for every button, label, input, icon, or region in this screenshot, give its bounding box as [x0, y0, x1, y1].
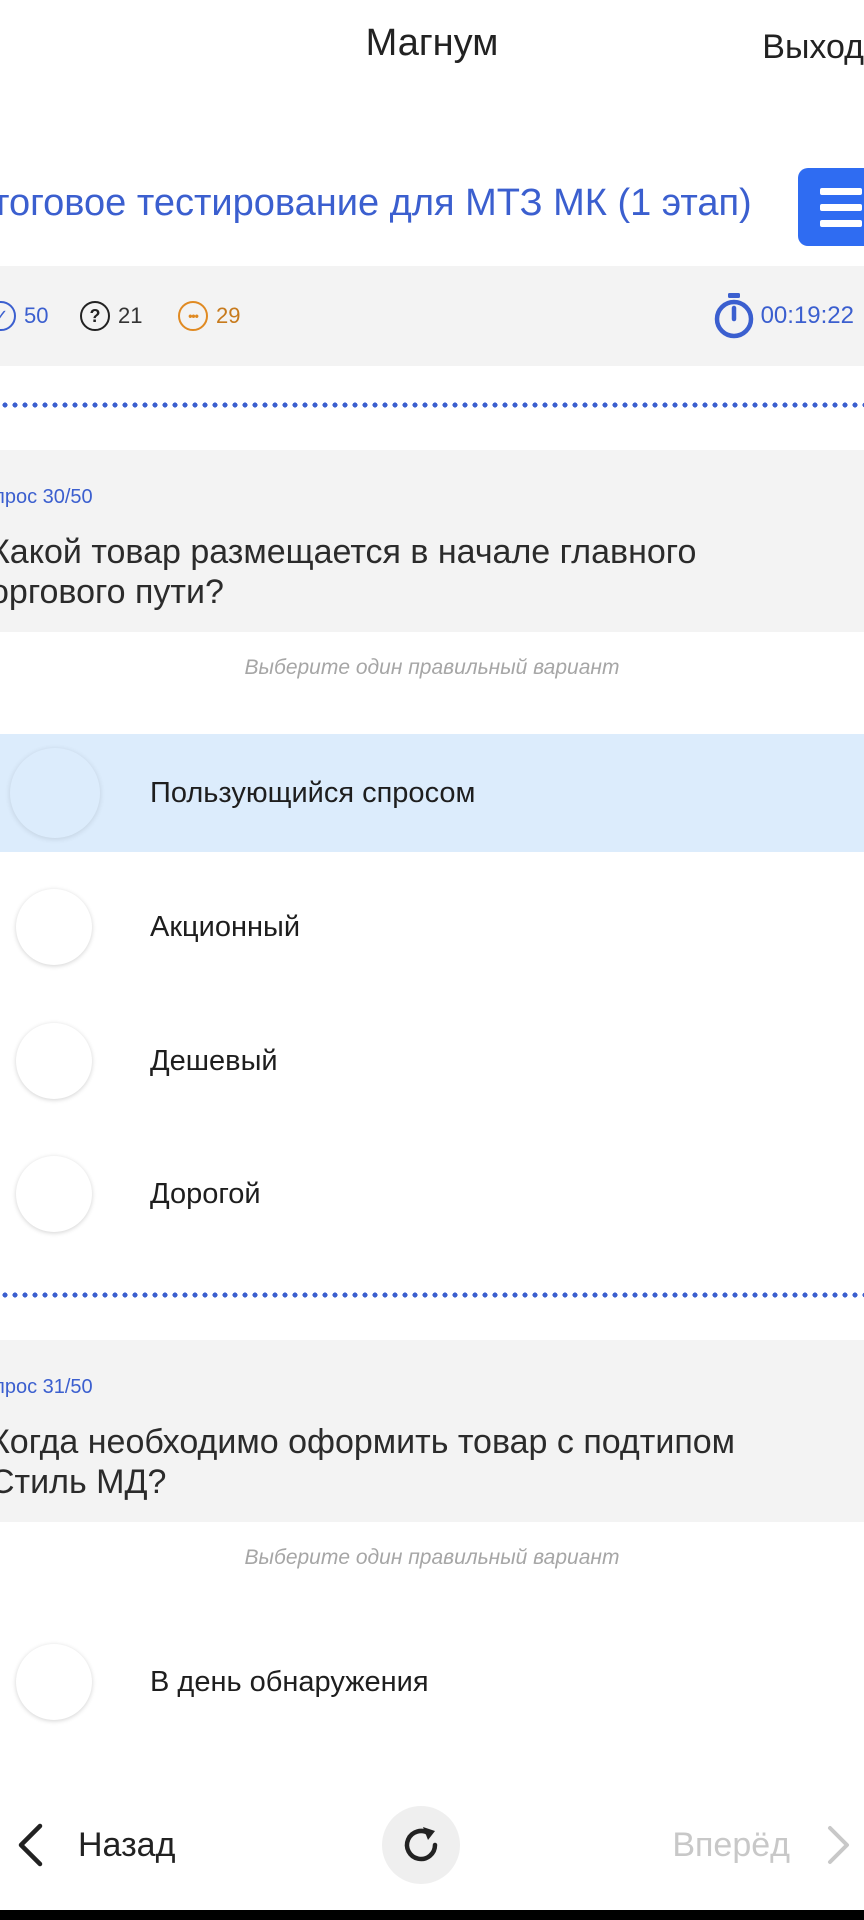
answer-option[interactable]: В день обнаружения	[0, 1623, 864, 1741]
answer-option-label: Дешевый	[150, 1044, 278, 1077]
test-page: Магнум Выход тоговое тестирование для МТ…	[0, 0, 864, 1920]
radio-button[interactable]	[10, 748, 100, 838]
chevron-right-icon	[828, 1826, 849, 1864]
question-number: прос 30/50	[0, 486, 93, 508]
radio-button[interactable]	[16, 1156, 92, 1232]
question-number: прос 31/50	[0, 1376, 93, 1398]
stat-total-value: 50	[24, 303, 49, 328]
refresh-button[interactable]	[382, 1806, 460, 1884]
logout-button[interactable]: Выход	[762, 28, 864, 67]
answer-option[interactable]: Дорогой	[0, 1135, 864, 1253]
back-button-label: Назад	[78, 1825, 176, 1864]
stats-bar: ✓ 50 ? 21 ••• 29 00:19:22	[0, 266, 864, 366]
checklist-icon: ✓	[0, 301, 16, 331]
question-hint: Выберите один правильный вариант	[244, 1546, 620, 1569]
dotted-separator	[0, 402, 864, 408]
test-title: тоговое тестирование для МТЗ МК (1 этап)	[0, 182, 752, 224]
question-text: Когда необходимо оформить товар с подтип…	[0, 1423, 736, 1501]
stopwatch-icon	[714, 293, 753, 339]
answer-option-label: Дорогой	[150, 1177, 261, 1210]
menu-button[interactable]	[798, 168, 864, 246]
question-header: прос 30/50 Какой товар размещается в нач…	[0, 450, 864, 632]
stat-total: ✓ 50	[0, 266, 48, 366]
bottom-bar	[0, 1910, 864, 1920]
answer-option[interactable]: Дешевый	[0, 1002, 864, 1120]
question-header: прос 31/50 Когда необходимо оформить тов…	[0, 1340, 864, 1522]
stat-answered: ••• 29	[178, 266, 240, 366]
radio-button[interactable]	[16, 1023, 92, 1099]
stat-unanswered-value: 21	[118, 303, 143, 328]
answer-option[interactable]: Пользующийся спросом	[0, 734, 864, 852]
answer-option[interactable]: Акционный	[0, 868, 864, 986]
question-text: Какой товар размещается в начале главног…	[0, 533, 697, 611]
stat-unanswered: ? 21	[80, 266, 142, 366]
app-title: Магнум	[365, 22, 499, 64]
question-icon: ?	[80, 301, 110, 331]
chevron-left-icon	[18, 1823, 43, 1867]
radio-button[interactable]	[16, 1644, 92, 1720]
ellipsis-icon: •••	[178, 301, 208, 331]
radio-button[interactable]	[16, 889, 92, 965]
timer: 00:19:22	[713, 266, 854, 366]
answer-option-label: В день обнаружения	[150, 1665, 429, 1698]
stat-answered-value: 29	[216, 303, 241, 328]
answer-option-label: Акционный	[150, 910, 301, 943]
timer-value: 00:19:22	[760, 302, 854, 329]
back-button[interactable]: Назад	[16, 1805, 175, 1885]
forward-button-label: Вперёд	[672, 1825, 790, 1864]
refresh-icon	[404, 1827, 438, 1862]
answer-option-label: Пользующийся спросом	[150, 776, 476, 809]
question-hint: Выберите один правильный вариант	[244, 656, 620, 679]
forward-button[interactable]: Вперёд	[672, 1805, 852, 1885]
dotted-separator	[0, 1292, 864, 1298]
